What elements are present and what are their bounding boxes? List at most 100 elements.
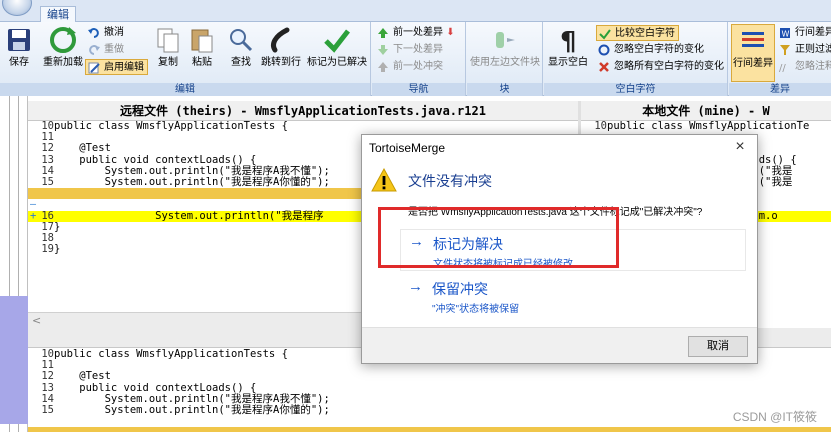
filter-icon [780,45,790,55]
line-number: 12 [41,142,54,155]
group-whitespace: ¶ 显示空白 比较空白字符 忽略空白字符的变化 忽略所有空白字符的变化 空白字符 [544,22,728,96]
enable-edit-button[interactable]: 启用编辑 [85,59,148,75]
enable-edit-label: 启用编辑 [104,62,144,73]
application-menu-button[interactable] [2,0,32,16]
prev-conflict-label: 前一处冲突 [393,61,443,72]
tab-edit[interactable]: 编辑 [40,6,76,22]
inline-diff-button[interactable]: 行间差异 [731,24,775,82]
cross-icon [599,62,609,72]
location-bar-viewport[interactable] [0,296,28,424]
group-navigate-label: 导航 [372,83,465,96]
circle-icon [598,44,610,56]
paste-button[interactable]: 粘贴 [187,24,217,82]
show-whitespace-label: 显示空白 [548,57,588,68]
line-text: System.out.println("我是程序A我不懂"); [54,164,330,177]
mark-resolved-button[interactable]: 标记为已解决 [305,24,369,82]
redo-label: 重做 [104,44,124,55]
ribbon-tab-strip: 编辑 [0,0,831,22]
inline-diff-icon [742,32,764,47]
undo-label: 撤消 [104,27,124,38]
line-text: public class WmsflyApplicationTests { [54,121,288,132]
reload-button[interactable]: 重新加载 [40,24,86,82]
copy-button[interactable]: 复制 [153,24,183,82]
keep-conflict-title: 保留冲突 [432,281,488,297]
ignore-ws-changes-button[interactable]: 忽略空白字符的变化 [596,42,704,58]
line-text: System.out.println("我是程序A我不懂"); [54,392,330,405]
line-text: } [54,220,61,233]
ribbon: 保存 重新加载 撤消 重做 启用编辑 复制 粘贴 查找 跳转到行 标记为已解决 … [0,22,831,96]
inline-diff-label: 行间差异 [733,58,773,69]
conflict-strip [28,427,831,432]
keep-conflict-option[interactable]: → 保留冲突 "冲突"状态将被保留 [400,275,746,317]
show-whitespace-button[interactable]: ¶ 显示空白 [546,24,590,82]
group-edit: 保存 重新加载 撤消 重做 启用编辑 复制 粘贴 查找 跳转到行 标记为已解决 … [0,22,371,96]
group-diff-label: 差异 [729,83,831,96]
redo-button[interactable]: 重做 [86,42,124,58]
group-diff: 行间差异 W 行间差异 正则过滤 // 忽略注释 差异 [729,22,831,96]
prev-diff-button[interactable]: 前一处差异 ⬇ [375,25,455,41]
undo-button[interactable]: 撤消 [86,25,124,41]
scroll-left-arrow-icon[interactable]: < [32,314,41,327]
arrow-down-red-icon: ⬇ [446,27,455,38]
regex-filter-button[interactable]: 正则过滤 [777,42,831,58]
use-left-block-button[interactable]: 使用左边文件块 [469,24,541,82]
regex-filter-label: 正则过滤 [795,44,831,55]
compare-whitespace-button[interactable]: 比较空白字符 [596,25,679,41]
ignore-comments-label: 忽略注释 [795,61,831,72]
next-diff-label: 下一处差异 [393,44,443,55]
mark-resolved-label: 标记为已解决 [307,57,367,68]
arrow-up-green-icon [378,28,388,38]
dialog-footer: 取消 [362,327,757,363]
goto-line-icon [271,27,290,53]
dialog-close-icon[interactable]: × [731,138,749,156]
prev-conflict-button[interactable]: 前一处冲突 [375,59,443,75]
goto-line-button[interactable]: 跳转到行 [259,24,303,82]
gutter-dash-marker: – [30,199,37,210]
line-text: System.out.println("我是程序A你懂的"); [54,403,330,416]
arrow-right-icon: → [408,278,423,295]
arrow-down-green-icon [378,45,388,55]
save-button[interactable]: 保存 [4,24,34,82]
line-diff-icon: W [780,28,790,39]
watermark: CSDN @IT筱筱 [732,410,817,424]
arrow-up-gray-icon [378,62,388,72]
paste-label: 粘贴 [192,57,212,68]
line-diff-button[interactable]: W 行间差异 [777,25,831,41]
dialog-question: 是否把 WmsflyApplicationTests.java 这个文件标记成"… [408,207,703,218]
ignore-all-ws-changes-button[interactable]: 忽略所有空白字符的变化 [596,59,724,75]
comment-icon: // [779,63,786,73]
find-label: 查找 [231,57,251,68]
check-small-icon [599,29,611,40]
use-left-block-label: 使用左边文件块 [470,57,540,68]
line-text: System.out.println("我是程序 [54,209,324,222]
mark-as-resolved-option[interactable]: → 标记为解决 文件状态将被标记成已经被修改 [400,229,746,271]
line-text: public void contextLoads() { [54,153,257,166]
prev-diff-label: 前一处差异 [393,27,443,38]
copy-label: 复制 [158,57,178,68]
cancel-button[interactable]: 取消 [688,336,748,357]
find-button[interactable]: 查找 [226,24,256,82]
redo-icon [89,45,100,55]
edit-pencil-icon [88,62,100,74]
line-diff-label: 行间差异 [795,27,831,38]
reload-label: 重新加载 [43,57,83,68]
next-diff-button[interactable]: 下一处差异 [375,42,443,58]
ignore-comments-button[interactable]: // 忽略注释 [777,59,831,75]
floppy-disk-icon [8,29,30,51]
warning-icon [371,168,397,192]
code-line[interactable]: 15 System.out.println("我是程序A你懂的"); [28,403,831,416]
line-text: public void contextLoads() { [54,381,257,394]
arrow-right-icon: → [409,233,424,250]
line-text: public class WmsflyApplicationTests { [54,349,288,360]
resolve-dialog: TortoiseMerge × 文件没有冲突 是否把 WmsflyApplica… [361,134,758,364]
paste-icon [191,29,213,53]
line-text: @Test [54,370,111,383]
reload-icon [50,27,76,53]
line-number: 12 [41,370,54,383]
group-edit-label: 编辑 [0,83,370,96]
code-line[interactable]: 10public class WmsflyApplicationTests { [28,121,578,132]
code-line[interactable]: 10public class WmsflyApplicationTe [581,121,831,132]
svg-text://: // [779,63,786,73]
line-number: 10 [594,121,607,132]
magnifier-icon [230,29,253,52]
